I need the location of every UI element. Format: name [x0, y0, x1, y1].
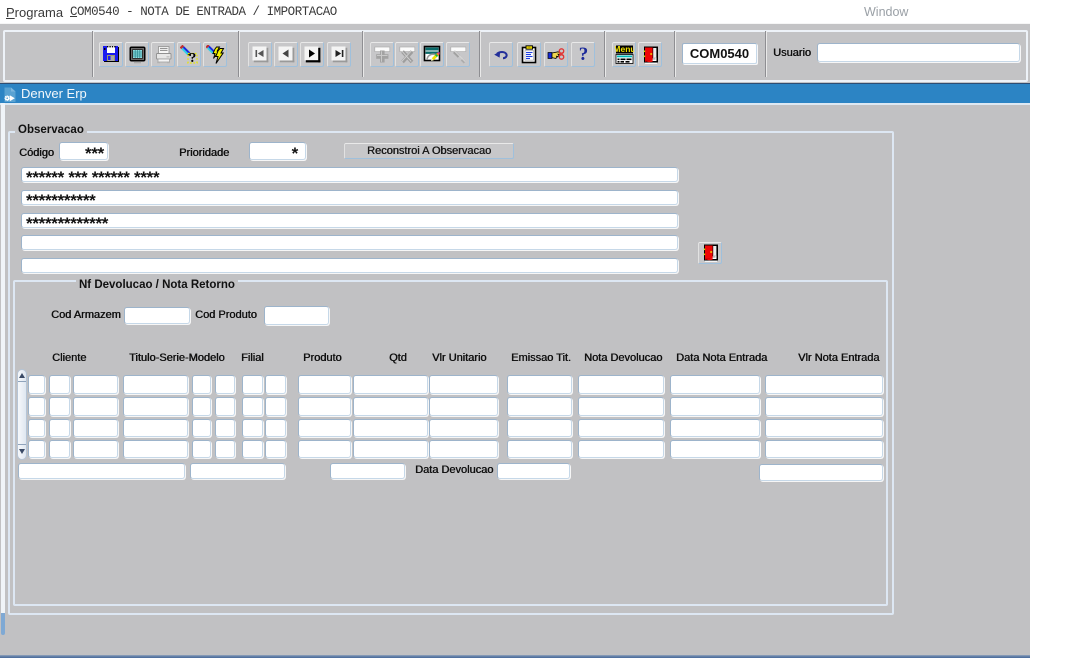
svg-text:?: ? — [579, 45, 589, 64]
svg-text:Menu: Menu — [615, 45, 634, 54]
svg-text:?: ? — [189, 51, 196, 64]
